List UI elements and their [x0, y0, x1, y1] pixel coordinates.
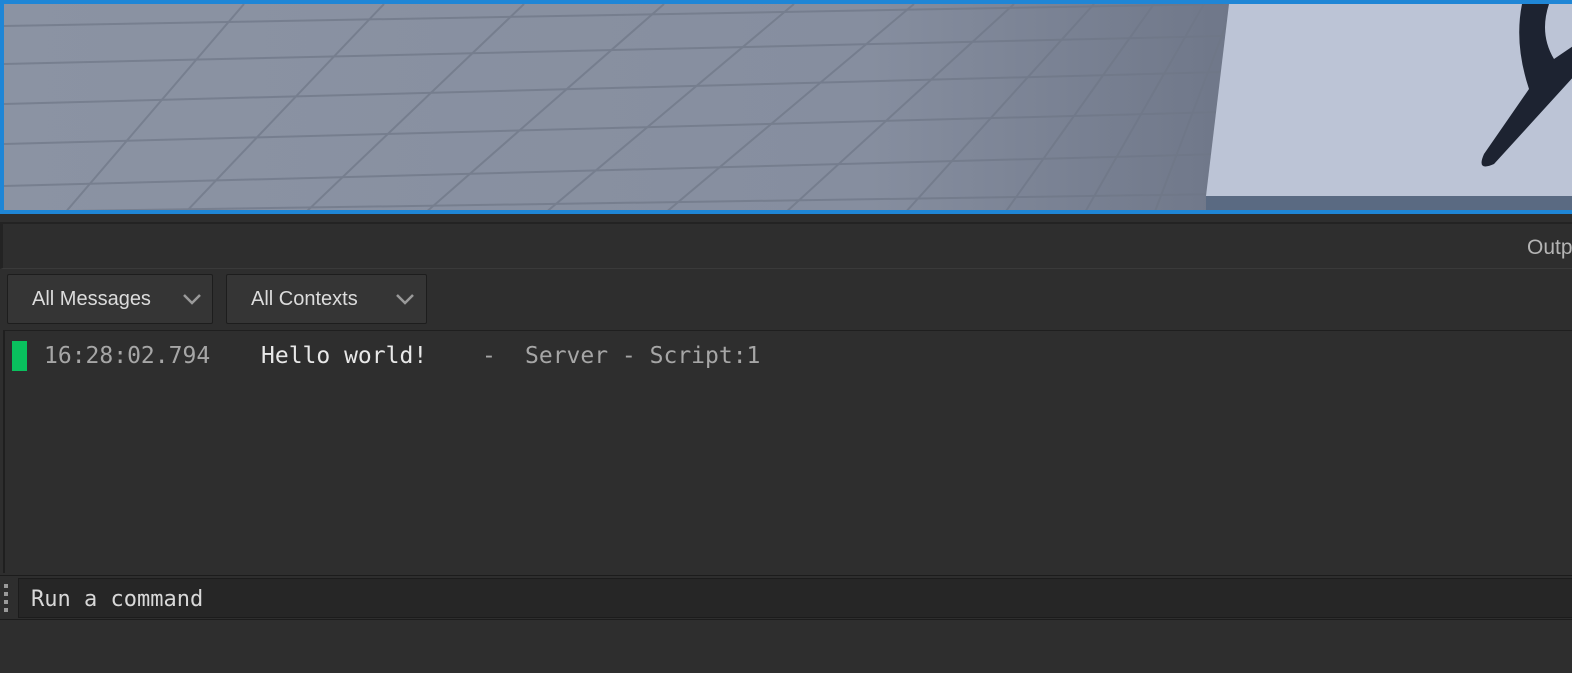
log-level-marker — [12, 341, 27, 371]
output-panel-header: Outp — [0, 222, 1572, 269]
viewport-scene — [4, 4, 1572, 210]
block-shadow — [1206, 196, 1572, 210]
log-source[interactable]: Server - Script:1 — [525, 343, 760, 369]
contexts-filter-label: All Contexts — [251, 288, 358, 310]
game-viewport[interactable] — [0, 0, 1572, 214]
log-separator: - — [482, 343, 496, 369]
block-part — [1206, 4, 1572, 196]
log-entry[interactable]: 16:28:02.794 Hello world! - Server - Scr… — [5, 341, 1572, 373]
chevron-down-icon — [183, 294, 201, 305]
log-timestamp: 16:28:02.794 — [44, 343, 211, 369]
drag-handle-icon[interactable] — [4, 584, 10, 614]
command-input[interactable]: Run a command — [18, 578, 1572, 618]
chevron-down-icon — [396, 294, 414, 305]
messages-filter-dropdown[interactable]: All Messages — [7, 274, 213, 324]
command-bar: Run a command — [0, 575, 1572, 620]
contexts-filter-dropdown[interactable]: All Contexts — [226, 274, 427, 324]
panel-footer — [0, 620, 1572, 673]
log-message: Hello world! — [261, 343, 428, 369]
output-panel-title: Outp — [1527, 236, 1572, 259]
output-log[interactable]: 16:28:02.794 Hello world! - Server - Scr… — [3, 330, 1572, 573]
output-filter-toolbar: All Messages All Contexts — [0, 269, 1572, 330]
messages-filter-label: All Messages — [32, 288, 151, 310]
